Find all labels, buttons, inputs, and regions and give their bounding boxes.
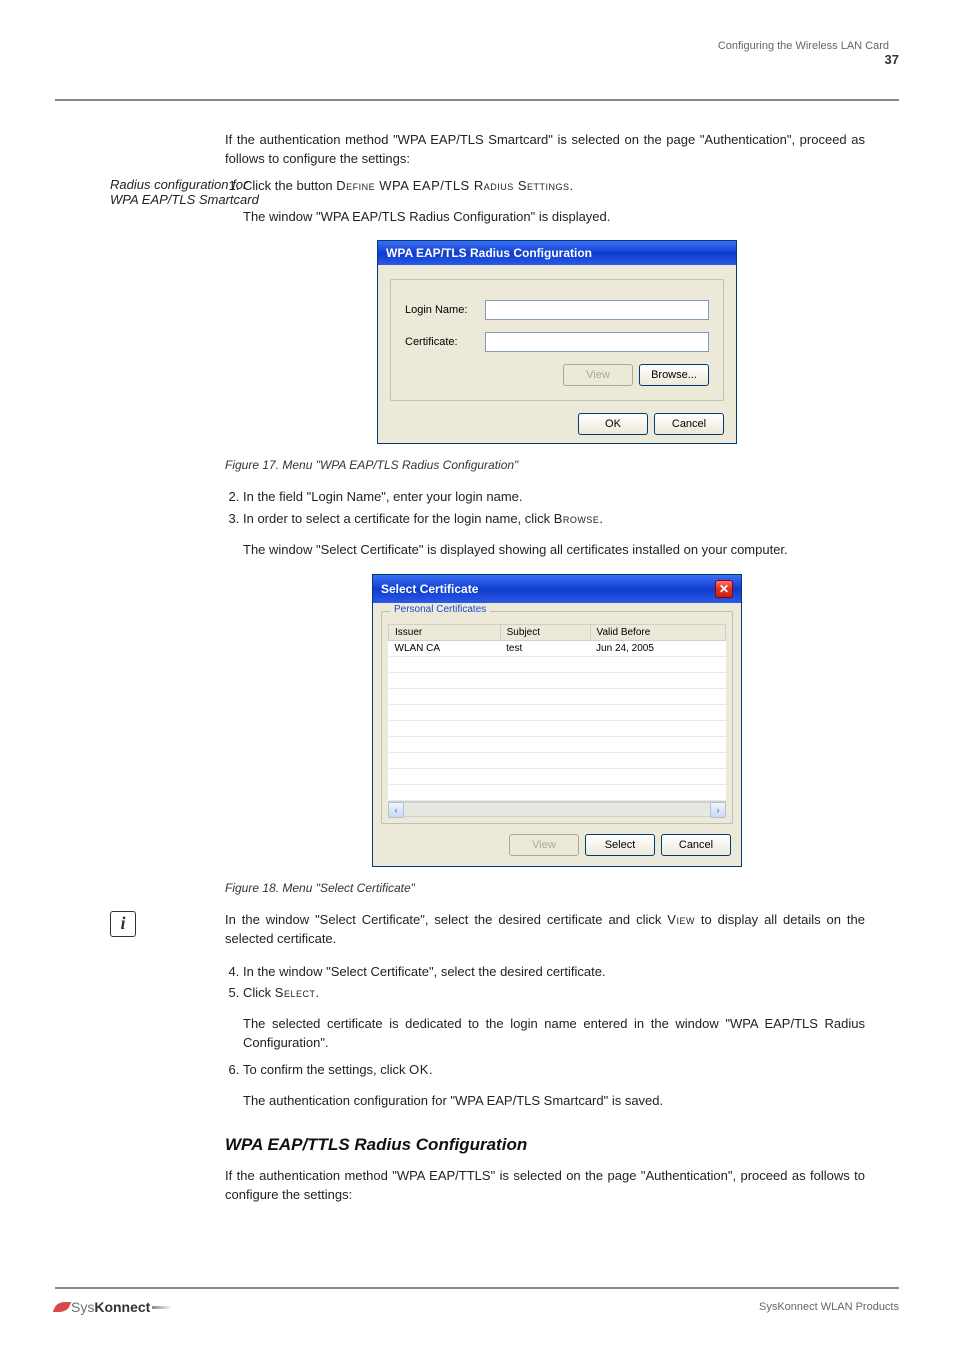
- cert-view-button: View: [509, 834, 579, 856]
- table-row: [389, 720, 726, 736]
- info-icon: i: [110, 911, 136, 937]
- heading-wpa-eap-ttls: WPA EAP/TTLS Radius Configuration: [225, 1133, 865, 1158]
- table-row: [389, 736, 726, 752]
- result-text: The selected certificate is dedicated to…: [243, 1015, 865, 1053]
- wpa-eap-tls-dialog: WPA EAP/TLS Radius Configuration Login N…: [377, 240, 737, 444]
- step-item: In the window "Select Certificate", sele…: [243, 963, 865, 982]
- scroll-right-icon[interactable]: ›: [710, 802, 726, 818]
- browse-button[interactable]: Browse...: [639, 364, 709, 386]
- table-row: [389, 656, 726, 672]
- close-icon[interactable]: ✕: [715, 580, 733, 598]
- scroll-left-icon[interactable]: ‹: [388, 802, 404, 818]
- ui-ref: Define WPA EAP/TLS Radius Settings: [336, 178, 569, 193]
- col-valid-before[interactable]: Valid Before: [590, 624, 725, 640]
- certificate-table[interactable]: Issuer Subject Valid Before WLAN CAtestJ…: [388, 624, 726, 801]
- step-item: To confirm the settings, click OK.: [243, 1061, 865, 1080]
- result-text: The window "Select Certificate" is displ…: [243, 541, 865, 560]
- table-row: [389, 672, 726, 688]
- personal-certificates-legend: Personal Certificates: [390, 604, 490, 615]
- section-header: Configuring the Wireless LAN Card: [55, 40, 899, 52]
- ttls-intro: If the authentication method "WPA EAP/TT…: [225, 1167, 865, 1205]
- step-item: In order to select a certificate for the…: [243, 510, 865, 529]
- col-subject[interactable]: Subject: [500, 624, 590, 640]
- cert-cancel-button[interactable]: Cancel: [661, 834, 731, 856]
- step-item: Click Select.: [243, 984, 865, 1003]
- table-row: [389, 784, 726, 800]
- table-row: [389, 704, 726, 720]
- col-issuer[interactable]: Issuer: [389, 624, 501, 640]
- side-label-radius-config: Radius configuration for WPA EAP/TLS Sma…: [110, 177, 260, 207]
- syskonnect-logo: SysKonnect: [55, 1299, 172, 1315]
- horizontal-scrollbar[interactable]: ‹ ›: [388, 801, 726, 817]
- result-text: The authentication configuration for "WP…: [243, 1092, 865, 1111]
- header-divider: [55, 71, 899, 101]
- table-cell: WLAN CA: [389, 640, 501, 656]
- table-row: [389, 768, 726, 784]
- table-cell: test: [500, 640, 590, 656]
- figure-17-caption: Figure 17. Menu "WPA EAP/TLS Radius Conf…: [225, 458, 899, 472]
- login-name-label: Login Name:: [405, 304, 485, 316]
- ok-button[interactable]: OK: [578, 413, 648, 435]
- table-cell: Jun 24, 2005: [590, 640, 725, 656]
- intro-paragraph: If the authentication method "WPA EAP/TL…: [225, 131, 865, 169]
- dialog-titlebar: WPA EAP/TLS Radius Configuration: [378, 241, 736, 265]
- scroll-track[interactable]: [404, 802, 710, 817]
- result-text: The window "WPA EAP/TLS Radius Configura…: [243, 208, 865, 227]
- view-button: View: [563, 364, 633, 386]
- table-row[interactable]: WLAN CAtestJun 24, 2005: [389, 640, 726, 656]
- dialog2-title: Select Certificate: [381, 582, 478, 596]
- note-text: In the window "Select Certificate", sele…: [225, 911, 865, 949]
- table-row: [389, 688, 726, 704]
- page-footer: SysKonnect SysKonnect WLAN Products: [55, 1287, 899, 1315]
- logo-swoosh-icon: [53, 1302, 72, 1312]
- step-item: Click the button Define WPA EAP/TLS Radi…: [243, 177, 865, 196]
- cancel-button[interactable]: Cancel: [654, 413, 724, 435]
- page-number: 37: [55, 52, 899, 67]
- certificate-label: Certificate:: [405, 336, 485, 348]
- certificate-input[interactable]: [485, 332, 709, 352]
- select-certificate-dialog: Select Certificate ✕ Personal Certificat…: [372, 574, 742, 867]
- step-item: In the field "Login Name", enter your lo…: [243, 488, 865, 507]
- figure-18-caption: Figure 18. Menu "Select Certificate": [225, 881, 899, 895]
- dialog-title: WPA EAP/TLS Radius Configuration: [386, 246, 592, 260]
- login-name-input[interactable]: [485, 300, 709, 320]
- table-row: [389, 752, 726, 768]
- dialog2-titlebar: Select Certificate ✕: [373, 575, 741, 603]
- cert-select-button[interactable]: Select: [585, 834, 655, 856]
- footer-doc-title: SysKonnect WLAN Products: [759, 1301, 899, 1313]
